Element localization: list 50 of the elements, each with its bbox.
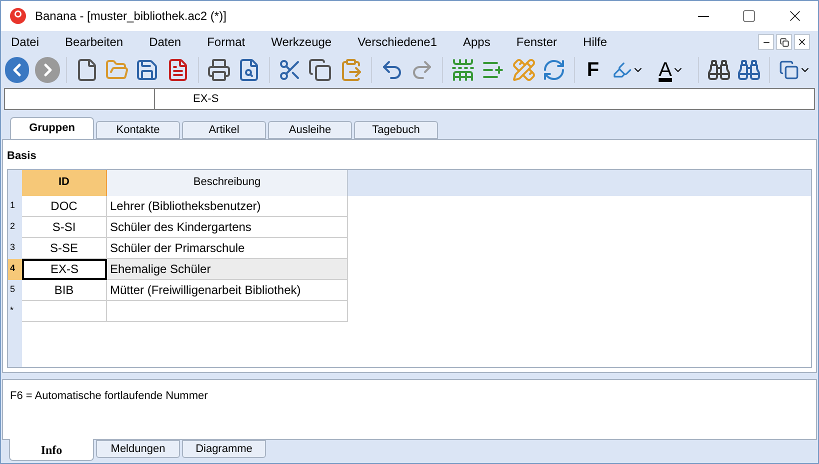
row-header[interactable]: 3 <box>8 238 22 258</box>
menu-item[interactable]: Daten <box>143 33 188 51</box>
highlighter-icon <box>612 60 632 80</box>
windows-icon <box>779 60 800 80</box>
table-cell: BIB <box>22 280 107 300</box>
maximize-icon <box>742 9 756 23</box>
row-header-strip <box>8 322 22 367</box>
tab[interactable]: Info <box>9 439 94 461</box>
font-color-button[interactable]: A <box>650 54 692 84</box>
table-cell: Lehrer (Bibliotheksbenutzer) <box>107 196 348 216</box>
close-icon <box>797 37 807 47</box>
menu-item[interactable]: Datei <box>5 33 46 51</box>
restore-button[interactable] <box>776 34 792 50</box>
menu-item[interactable]: Fenster <box>510 33 564 51</box>
row-header[interactable]: * <box>8 300 22 322</box>
menu-item[interactable]: Format <box>201 33 252 51</box>
table-cell: DOC <box>22 196 107 216</box>
table-cell: EX-S <box>22 258 107 280</box>
bold-button[interactable]: F <box>580 54 606 84</box>
close-button[interactable] <box>794 34 810 50</box>
row-header[interactable]: 2 <box>8 216 22 238</box>
row-header[interactable]: 4 <box>8 258 22 280</box>
table-cell: S-SI <box>22 216 107 238</box>
row-header[interactable]: 5 <box>8 280 22 300</box>
tab[interactable]: Meldungen <box>96 440 180 458</box>
table-cell: Schüler des Kindergartens <box>107 216 348 238</box>
app-logo-icon <box>9 7 27 25</box>
tab[interactable]: Kontakte <box>96 121 180 139</box>
menu-item[interactable]: Bearbeiten <box>59 33 130 51</box>
table-cell: Mütter (Freiwilligenarbeit Bibliothek) <box>107 280 348 300</box>
menu-item[interactable]: Werkzeuge <box>265 33 338 51</box>
tab[interactable]: Ausleihe <box>268 121 352 139</box>
tab[interactable]: Diagramme <box>182 440 266 458</box>
tab[interactable]: Gruppen <box>10 117 94 139</box>
forward-button[interactable] <box>35 56 60 82</box>
menu-item[interactable]: Hilfe <box>577 33 614 51</box>
table-cell: Ehemalige Schüler <box>107 258 348 280</box>
window-title: Banana - [muster_bibliothek.ac2 (*)] <box>35 8 226 25</box>
tab[interactable]: Artikel <box>182 121 266 139</box>
column-header[interactable]: Beschreibung <box>107 170 348 196</box>
minimize-button[interactable] <box>758 34 774 50</box>
restore-icon <box>780 38 788 46</box>
menu-item[interactable]: Verschiedene1 <box>352 33 443 51</box>
tab[interactable]: Tagebuch <box>354 121 438 139</box>
info-text: F6 = Automatische fortlaufende Nummer <box>10 390 208 402</box>
menu-item[interactable]: Apps <box>457 33 496 51</box>
column-header[interactable]: ID <box>22 170 107 196</box>
back-button[interactable] <box>5 56 30 82</box>
view-label: Basis <box>6 149 38 164</box>
row-header[interactable]: 1 <box>8 196 22 216</box>
